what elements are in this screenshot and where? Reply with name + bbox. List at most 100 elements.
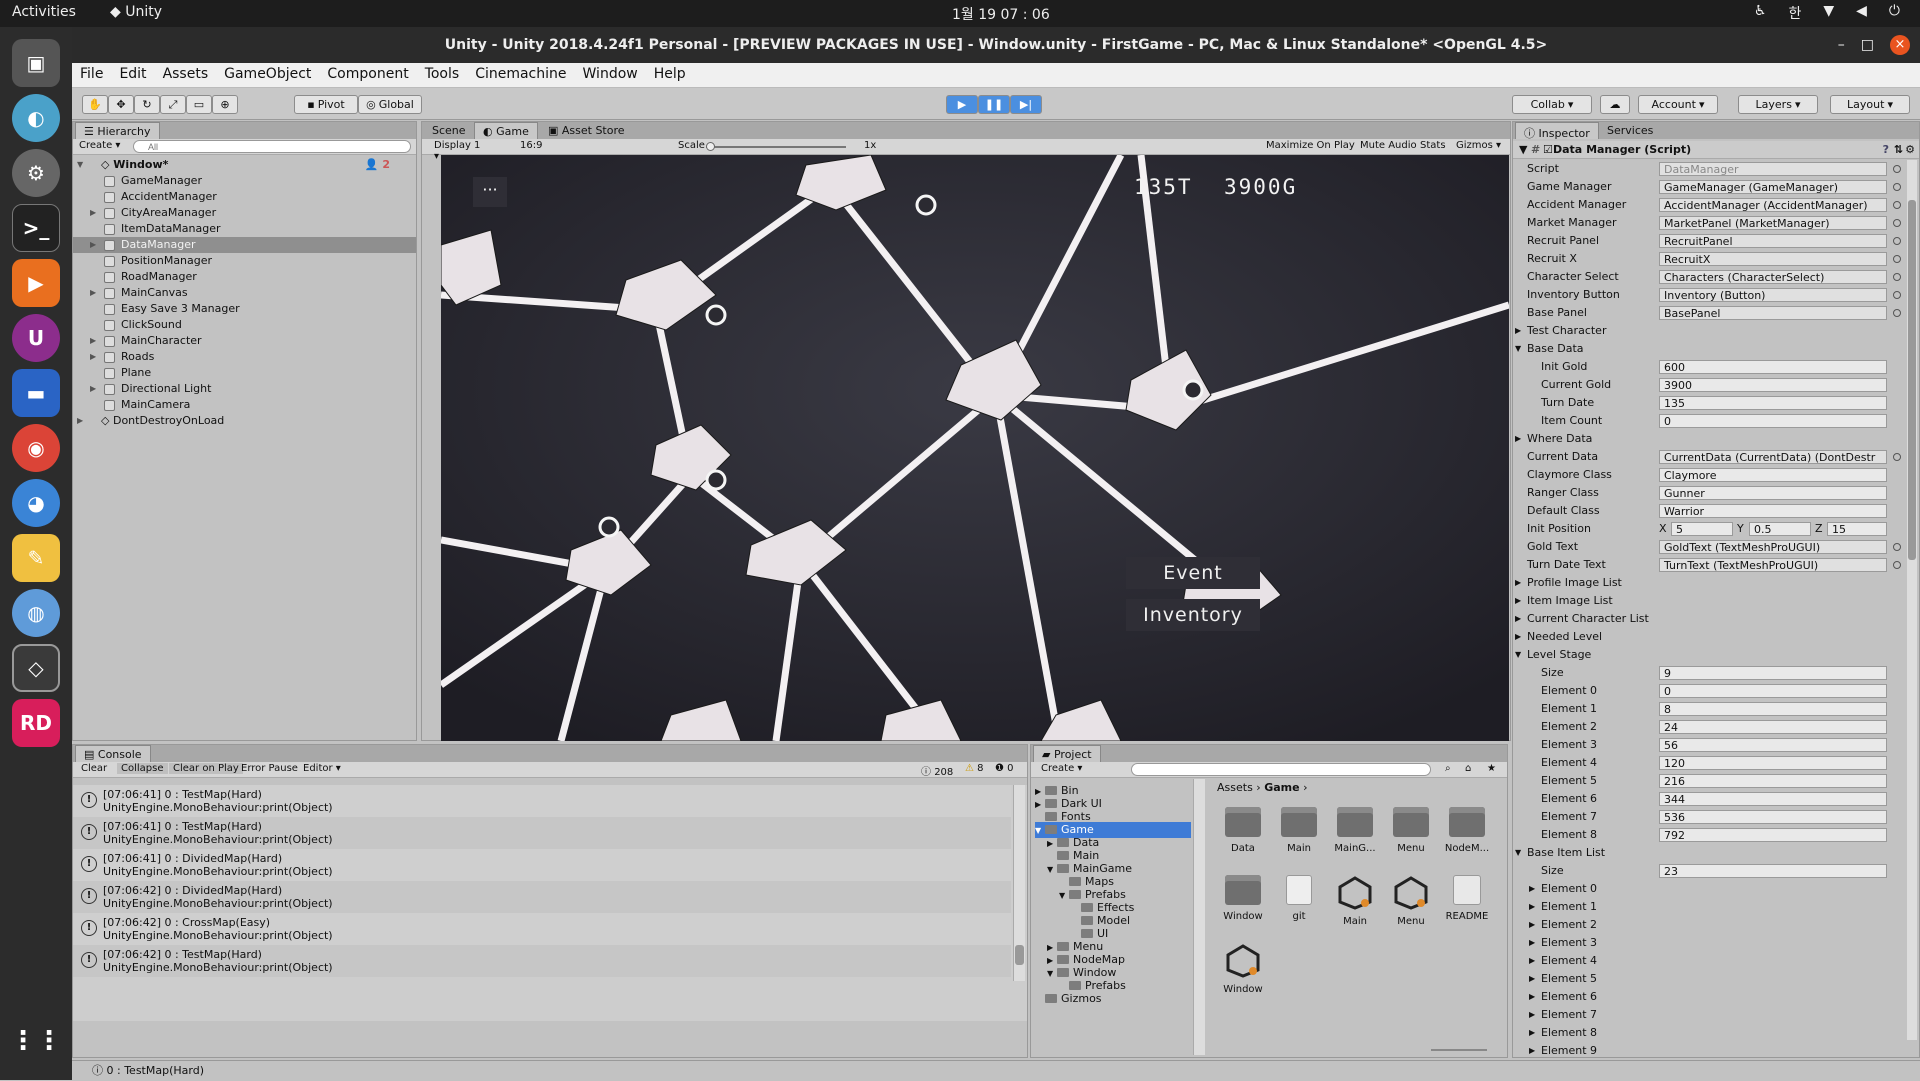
hierarchy-item[interactable]: RoadManager <box>73 269 416 285</box>
breadcrumb-assets[interactable]: Assets <box>1217 781 1253 794</box>
value-field[interactable]: 3900 <box>1659 378 1887 392</box>
maximize-icon[interactable]: □ <box>1861 27 1874 63</box>
component-gear-icon[interactable]: ⚙ <box>1905 141 1915 159</box>
game-render-viewport[interactable]: ··· 135T 3900G Event Inventory <box>441 155 1509 741</box>
collapsed-arrow-icon[interactable]: ▶ <box>90 285 96 301</box>
filter-type-icon[interactable]: ⌕ <box>1441 763 1455 774</box>
console-log-row[interactable]: ! [07:06:42] 0 : CrossMap(Easy) UnityEngin… <box>73 913 1011 945</box>
project-asset[interactable]: Menu <box>1383 875 1439 927</box>
object-field[interactable]: TurnText (TextMeshProUGUI) <box>1659 558 1887 572</box>
clear-on-play-toggle[interactable]: Clear on Play <box>169 763 243 774</box>
clear-button[interactable]: Clear <box>77 763 111 774</box>
video-app-icon[interactable]: ◍ <box>12 589 60 637</box>
object-field[interactable]: AccidentManager (AccidentManager) <box>1659 198 1887 212</box>
browser-icon[interactable]: ◐ <box>12 94 60 142</box>
console-scrollbar[interactable] <box>1013 785 1025 981</box>
warning-count-toggle[interactable]: ⚠ 8 <box>961 763 988 774</box>
project-tree-scrollbar[interactable] <box>1193 779 1205 1055</box>
move-tool-icon[interactable]: ✥ <box>108 95 134 114</box>
messenger-icon[interactable]: ◕ <box>12 479 60 527</box>
menu-file[interactable]: File <box>72 63 111 87</box>
collapsed-arrow-icon[interactable]: ▶ <box>77 413 83 429</box>
menu-edit[interactable]: Edit <box>111 63 154 87</box>
icon-size-slider[interactable] <box>1431 1049 1487 1051</box>
value-field[interactable]: 216 <box>1659 774 1887 788</box>
game-menu-button[interactable]: ··· <box>473 177 507 207</box>
init-position-x[interactable]: 5 <box>1671 522 1733 536</box>
foldout[interactable]: ▶ Profile Image List <box>1513 574 1905 592</box>
inspector-scrollbar[interactable] <box>1907 160 1917 1040</box>
project-asset[interactable]: Main <box>1327 875 1383 927</box>
layout-dropdown[interactable]: Layout ▾ <box>1830 95 1910 114</box>
minimize-icon[interactable]: – <box>1838 27 1845 63</box>
object-field[interactable]: Characters (CharacterSelect) <box>1659 270 1887 284</box>
object-picker-icon[interactable] <box>1893 561 1901 569</box>
event-button[interactable]: Event <box>1126 557 1260 589</box>
error-pause-toggle[interactable]: Error Pause <box>237 763 302 774</box>
global-toggle[interactable]: ◎ Global <box>358 95 422 114</box>
presets-icon[interactable]: ⇅ <box>1894 141 1903 159</box>
help-icon[interactable]: ? <box>1883 141 1889 159</box>
value-field[interactable]: 536 <box>1659 810 1887 824</box>
hierarchy-search-input[interactable] <box>133 140 411 153</box>
terminal-icon[interactable]: >_ <box>12 204 60 252</box>
object-field[interactable]: BasePanel <box>1659 306 1887 320</box>
project-asset[interactable]: Main <box>1271 807 1327 854</box>
pause-button[interactable]: ❚❚ <box>978 95 1010 114</box>
value-field[interactable]: 56 <box>1659 738 1887 752</box>
ubuntu-software-icon[interactable]: U <box>12 314 60 362</box>
hierarchy-item[interactable]: ▶ MainCanvas <box>73 285 416 301</box>
value-field[interactable]: 0 <box>1659 414 1887 428</box>
foldout[interactable]: ▼ Base Data <box>1513 340 1905 358</box>
value-field[interactable]: 344 <box>1659 792 1887 806</box>
file-manager-icon[interactable]: ▬ <box>12 369 60 417</box>
object-picker-icon[interactable] <box>1893 309 1901 317</box>
inventory-button[interactable]: Inventory <box>1126 599 1260 631</box>
foldout[interactable]: ▶ Element 3 <box>1513 934 1905 952</box>
object-picker-icon[interactable] <box>1893 237 1901 245</box>
collapsed-arrow-icon[interactable]: ▶ <box>1529 970 1535 988</box>
object-field[interactable]: Inventory (Button) <box>1659 288 1887 302</box>
collapsed-arrow-icon[interactable]: ▶ <box>1529 898 1535 916</box>
object-field[interactable]: RecruitX <box>1659 252 1887 266</box>
object-picker-icon[interactable] <box>1893 273 1901 281</box>
foldout[interactable]: ▶ Item Image List <box>1513 592 1905 610</box>
foldout[interactable]: ▶ Element 8 <box>1513 1024 1905 1042</box>
tab-scene[interactable]: Scene <box>424 122 474 139</box>
project-asset[interactable]: README <box>1439 875 1495 922</box>
volume-icon[interactable]: ◀ <box>1856 3 1867 23</box>
power-icon[interactable]: ⏻ <box>1889 3 1900 23</box>
project-asset[interactable]: Window <box>1215 943 1271 995</box>
value-field[interactable]: 23 <box>1659 864 1887 878</box>
scale-tool-icon[interactable]: ⤢ <box>160 95 186 114</box>
hierarchy-item[interactable]: ▶ Roads <box>73 349 416 365</box>
value-field[interactable]: 792 <box>1659 828 1887 842</box>
tab-asset-store[interactable]: ▣ Asset Store <box>540 122 633 139</box>
value-field[interactable]: 600 <box>1659 360 1887 374</box>
object-picker-icon[interactable] <box>1893 291 1901 299</box>
foldout[interactable]: ▶ Element 0 <box>1513 880 1905 898</box>
dontdestroyonload-root[interactable]: ▶ ◇ DontDestroyOnLoad <box>73 413 416 429</box>
foldout[interactable]: ▶ Element 1 <box>1513 898 1905 916</box>
foldout[interactable]: ▶ Current Character List <box>1513 610 1905 628</box>
init-position-y[interactable]: 0.5 <box>1749 522 1811 536</box>
foldout[interactable]: ▶ Element 4 <box>1513 952 1905 970</box>
foldout[interactable]: ▼ Base Item List <box>1513 844 1905 862</box>
component-header[interactable]: ▼ # ☑ Data Manager (Script) ? ⇅ ⚙ <box>1513 141 1919 159</box>
tree-arrow-icon[interactable]: ▼ <box>1059 888 1069 904</box>
collapsed-arrow-icon[interactable]: ▶ <box>1515 430 1521 448</box>
value-field[interactable]: 135 <box>1659 396 1887 410</box>
foldout[interactable]: ▶ Element 6 <box>1513 988 1905 1006</box>
project-asset[interactable]: Window <box>1215 875 1271 922</box>
object-field[interactable]: CurrentData (CurrentData) (DontDestr <box>1659 450 1887 464</box>
stats-toggle[interactable]: Stats <box>1416 140 1450 151</box>
favorites-star-icon[interactable]: ★ <box>1483 763 1500 774</box>
hierarchy-item[interactable]: ▶ Directional Light <box>73 381 416 397</box>
hierarchy-create-dropdown[interactable]: Create ▾ <box>75 140 124 151</box>
collapsed-arrow-icon[interactable]: ▶ <box>1515 610 1521 628</box>
status-message[interactable]: 0 : TestMap(Hard) <box>107 1064 204 1077</box>
menu-component[interactable]: Component <box>319 63 416 87</box>
transform-tool-icon[interactable]: ⊕ <box>212 95 238 114</box>
project-asset[interactable]: Data <box>1215 807 1271 854</box>
foldout[interactable]: ▶ Element 7 <box>1513 1006 1905 1024</box>
